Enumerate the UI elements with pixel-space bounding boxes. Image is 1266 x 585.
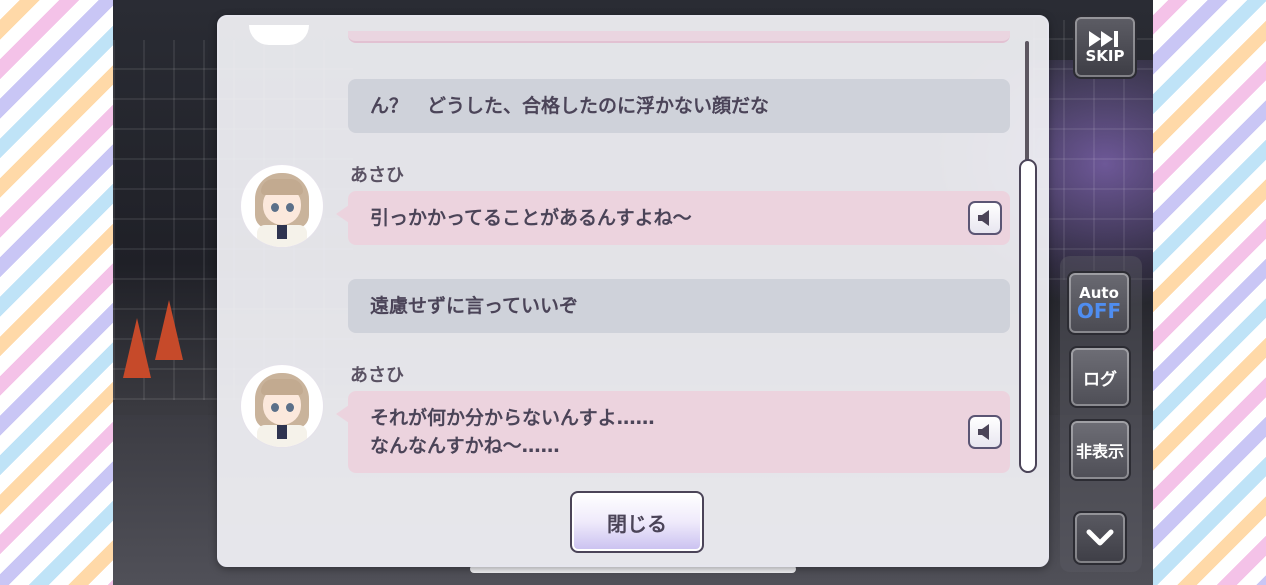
log-bubble-partial bbox=[348, 31, 1010, 43]
traffic-cone bbox=[123, 318, 151, 378]
log-message-text: ん？ どうした、合格したのに浮かない顔だな bbox=[370, 95, 770, 117]
log-message-character: 引っかかってることがあるんすよね～ bbox=[336, 191, 1010, 245]
log-message-player: ん？ どうした、合格したのに浮かない顔だな bbox=[348, 79, 1010, 133]
speaker-icon bbox=[978, 210, 989, 226]
log-message-player: 遠慮せずに言っていいぞ bbox=[348, 279, 1010, 333]
log-button[interactable]: ログ bbox=[1069, 346, 1131, 408]
auto-state: OFF bbox=[1076, 299, 1122, 323]
fast-forward-icon bbox=[1089, 31, 1118, 47]
auto-button[interactable]: Auto OFF bbox=[1067, 271, 1131, 335]
log-message-text: 引っかかってることがあるんすよね～ bbox=[370, 207, 692, 229]
asahi-avatar bbox=[241, 365, 323, 447]
speaker-icon bbox=[978, 424, 989, 440]
log-message-text: それが何か分からないんすよ…… なんなんすかね～…… bbox=[370, 407, 655, 457]
scroll-down-button[interactable] bbox=[1073, 511, 1127, 565]
log-scroll-area[interactable]: ん？ どうした、合格したのに浮かない顔だな あさひ 引っかかってることがあるんす… bbox=[219, 17, 1019, 497]
skip-button[interactable]: SKIP bbox=[1073, 15, 1137, 79]
traffic-cone bbox=[155, 300, 183, 360]
chevron-down-icon bbox=[1086, 529, 1114, 546]
speaker-name: あさひ bbox=[350, 365, 404, 386]
skip-label: SKIP bbox=[1085, 47, 1125, 65]
hide-label: 非表示 bbox=[1075, 442, 1124, 461]
asahi-avatar bbox=[241, 165, 323, 247]
voice-replay-button[interactable] bbox=[968, 201, 1002, 235]
log-label: ログ bbox=[1083, 369, 1117, 390]
scrollbar-thumb[interactable] bbox=[1019, 159, 1037, 473]
close-button[interactable]: 閉じる bbox=[570, 491, 704, 553]
log-message-text: 遠慮せずに言っていいぞ bbox=[370, 295, 579, 317]
voice-replay-button[interactable] bbox=[968, 415, 1002, 449]
speaker-name: あさひ bbox=[350, 165, 404, 186]
log-message-character: それが何か分からないんすよ…… なんなんすかね～…… bbox=[336, 391, 1010, 473]
log-dialog: ん？ どうした、合格したのに浮かない顔だな あさひ 引っかかってることがあるんす… bbox=[217, 15, 1049, 567]
avatar-partial bbox=[249, 25, 309, 45]
hide-ui-button[interactable]: 非表示 bbox=[1069, 419, 1131, 481]
